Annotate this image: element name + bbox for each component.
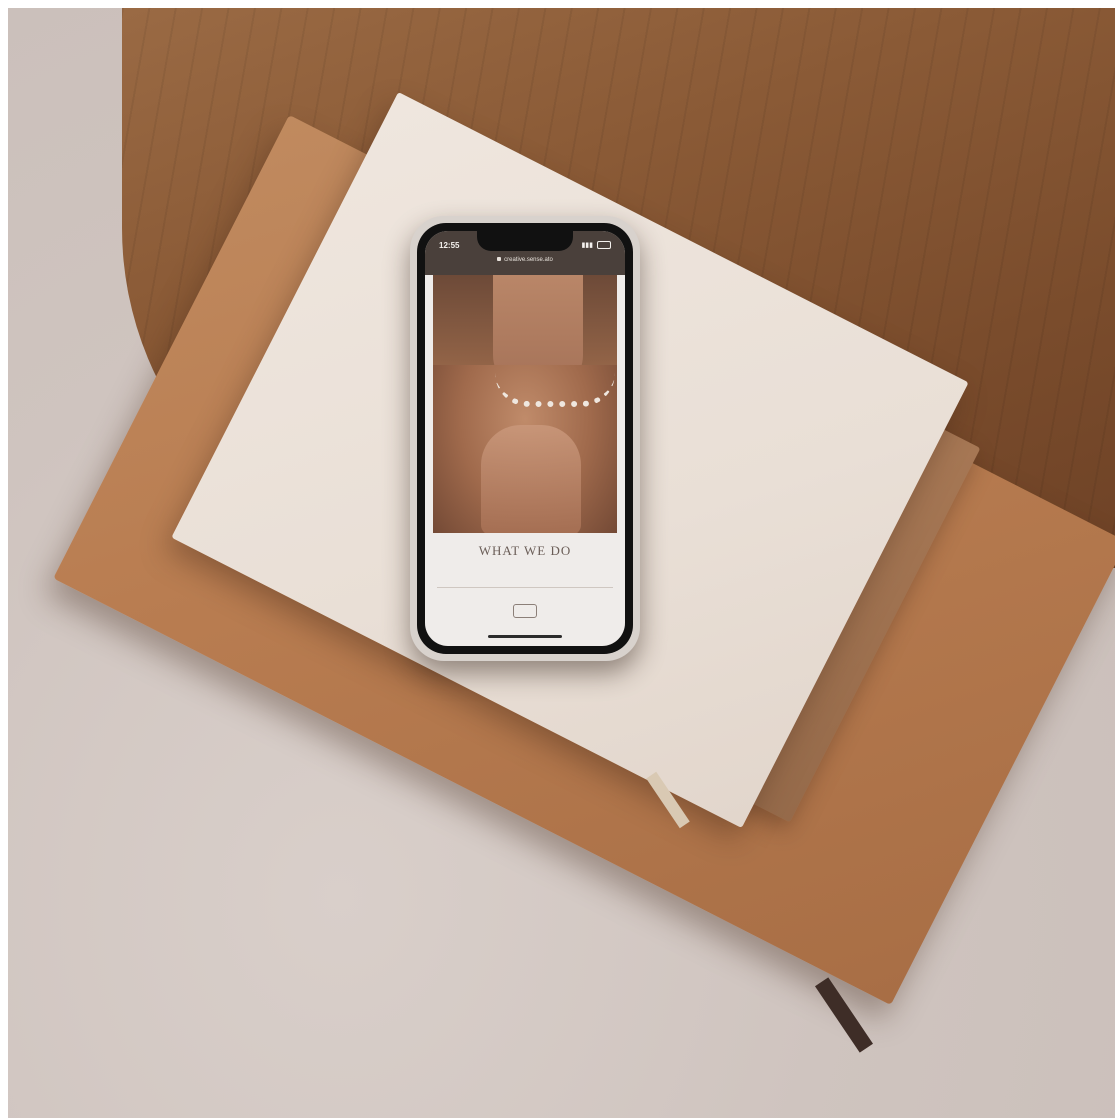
divider: [437, 587, 613, 588]
photo-scene: 12:55 ▮▮▮ creative.sense.ato WHAT WE DO: [0, 0, 1115, 1118]
status-bar: 12:55 ▮▮▮ creative.sense.ato: [425, 231, 625, 275]
browser-url-bar[interactable]: creative.sense.ato: [425, 257, 625, 263]
home-indicator: [488, 635, 562, 638]
lock-icon: [497, 257, 502, 261]
phone-notch: [477, 231, 573, 251]
pearl-necklace: [495, 373, 615, 407]
smartphone: 12:55 ▮▮▮ creative.sense.ato WHAT WE DO: [410, 216, 640, 661]
hero-image: [433, 275, 617, 533]
status-time: 12:55: [439, 241, 460, 250]
hand: [481, 425, 581, 533]
menu-icon[interactable]: [513, 604, 537, 618]
phone-screen: 12:55 ▮▮▮ creative.sense.ato WHAT WE DO: [425, 231, 625, 646]
url-text: creative.sense.ato: [504, 257, 553, 263]
signal-icon: ▮▮▮: [581, 242, 593, 249]
battery-icon: [597, 241, 611, 249]
section-heading: WHAT WE DO: [478, 543, 572, 558]
phone-bezel: 12:55 ▮▮▮ creative.sense.ato WHAT WE DO: [417, 223, 633, 654]
status-indicators: ▮▮▮: [581, 241, 611, 249]
